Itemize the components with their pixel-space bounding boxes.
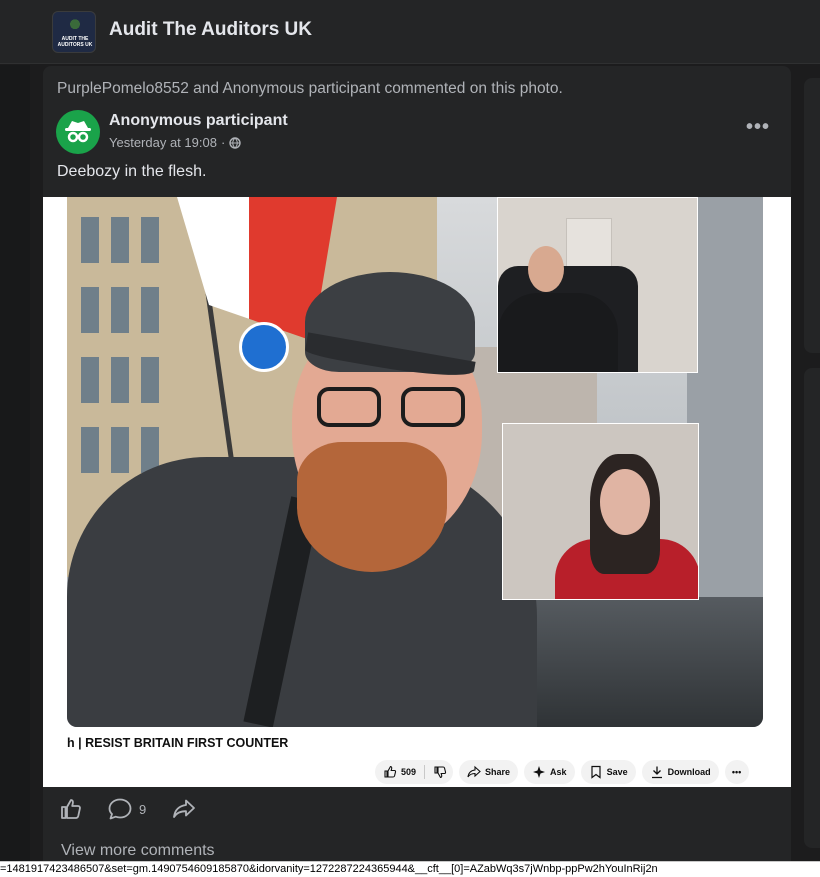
building-window — [141, 287, 159, 333]
glasses-lens-left — [317, 387, 381, 427]
save-button[interactable]: Save — [580, 760, 636, 784]
browser-status-url: =1481917423486507&set=gm.149075460918587… — [0, 861, 820, 877]
webcam-inset-bottom — [502, 423, 699, 600]
person-beard — [297, 442, 447, 572]
comment-icon — [108, 798, 132, 820]
group-logo-emblem — [63, 17, 87, 35]
like-button[interactable] — [59, 796, 83, 822]
comment-button[interactable]: 9 — [107, 796, 146, 822]
group-header: AUDIT THE AUDITORS UK Audit The Auditors… — [0, 0, 820, 64]
download-button[interactable]: Download — [641, 760, 719, 784]
share-button[interactable]: Share — [459, 760, 519, 784]
left-background-pane — [0, 65, 30, 877]
post-photo[interactable]: h | RESIST BRITAIN FIRST COUNTER 509 Sha… — [43, 197, 791, 787]
inset-person-body — [498, 293, 618, 372]
share-icon — [467, 765, 481, 778]
meta-separator: · — [220, 135, 226, 150]
download-label: Download — [667, 767, 711, 777]
building-window — [141, 357, 159, 403]
ask-label: Ask — [550, 767, 567, 777]
thumbs-up-icon[interactable] — [383, 765, 397, 779]
like-dislike-group[interactable]: 509 — [375, 760, 454, 784]
author-name[interactable]: Anonymous participant — [109, 112, 288, 130]
glasses-lens-right — [401, 387, 465, 427]
group-logo[interactable]: AUDIT THE AUDITORS UK — [52, 11, 96, 53]
video-action-bar: 509 Share Ask Save Download ••• — [375, 760, 749, 784]
building-window — [81, 427, 99, 473]
anonymous-spy-icon — [65, 121, 91, 143]
video-frame — [67, 197, 763, 727]
building-window — [141, 217, 159, 263]
thumbs-up-icon — [61, 799, 81, 819]
building-window — [111, 217, 129, 263]
share-post-button[interactable] — [171, 796, 197, 822]
save-label: Save — [606, 767, 628, 777]
author-avatar[interactable] — [56, 110, 100, 154]
inset-person-head — [528, 246, 564, 292]
download-icon — [651, 766, 662, 779]
building-window — [81, 287, 99, 333]
post-meta: Yesterday at 19:08 · — [109, 135, 241, 150]
webcam-inset-top — [497, 197, 698, 373]
group-logo-text: AUDIT THE AUDITORS UK — [57, 36, 93, 48]
thumbs-down-icon[interactable] — [433, 765, 447, 779]
post-timestamp[interactable]: Yesterday at 19:08 — [109, 135, 217, 150]
like-count: 509 — [401, 767, 417, 777]
building-window — [111, 287, 129, 333]
right-side-panel-top — [804, 78, 820, 353]
post-action-bar: 9 — [43, 792, 791, 826]
inset-person-face — [600, 469, 650, 535]
building-window — [81, 217, 99, 263]
right-side-panel-bottom — [804, 368, 820, 848]
person-glasses — [317, 387, 477, 427]
group-title[interactable]: Audit The Auditors UK — [109, 19, 312, 41]
video-more-button[interactable]: ••• — [724, 760, 749, 784]
sparkle-icon — [533, 766, 546, 778]
building-window — [111, 427, 129, 473]
post-caption: Deebozy in the flesh. — [57, 163, 207, 180]
share-label: Share — [485, 767, 511, 777]
road-sign — [239, 322, 289, 372]
building-window — [81, 357, 99, 403]
comment-count: 9 — [139, 801, 147, 817]
like-separator — [424, 765, 426, 779]
post-options-button[interactable]: ••• — [743, 117, 773, 142]
share-arrow-icon — [173, 799, 195, 818]
post-card: PurplePomelo8552 and Anonymous participa… — [43, 66, 791, 877]
globe-icon — [229, 136, 241, 149]
view-more-comments-link[interactable]: View more comments — [61, 842, 215, 860]
bookmark-icon — [590, 765, 601, 779]
ask-button[interactable]: Ask — [524, 760, 575, 784]
video-title: h | RESIST BRITAIN FIRST COUNTER — [67, 736, 289, 750]
building-window — [111, 357, 129, 403]
activity-text: PurplePomelo8552 and Anonymous participa… — [57, 80, 563, 97]
